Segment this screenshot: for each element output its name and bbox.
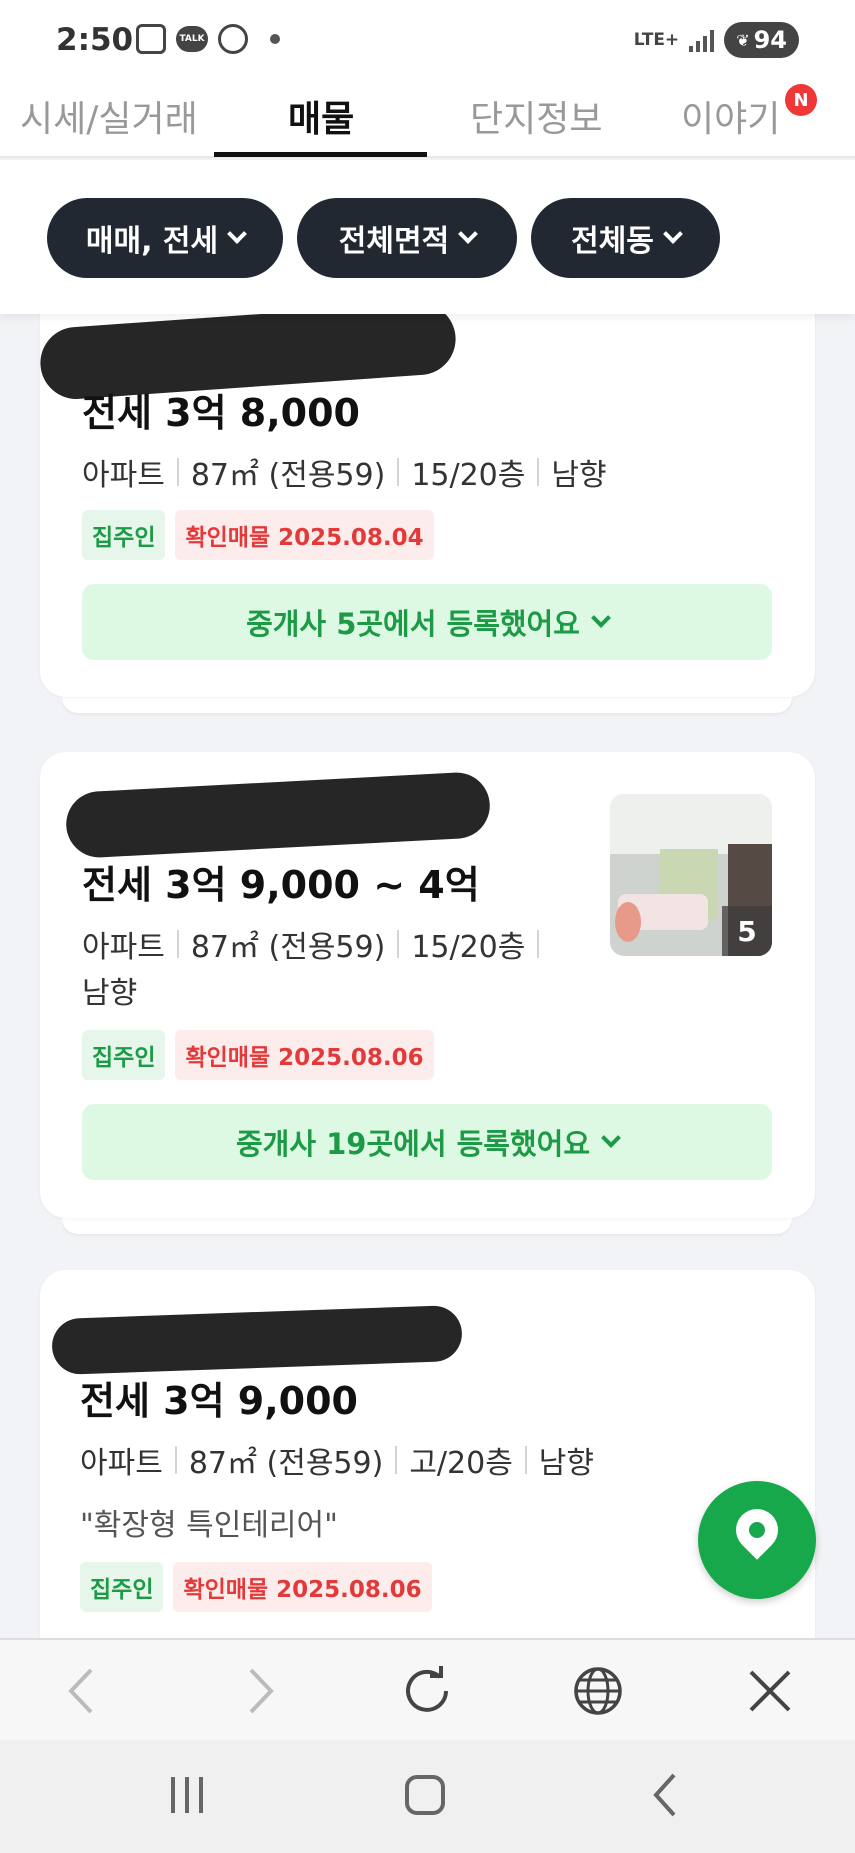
chevron-down-icon (458, 224, 479, 244)
tab-story[interactable]: 이야기 (681, 90, 780, 142)
listing-tags: 집주인 확인매물 2025.08.06 (80, 1562, 432, 1612)
filter-building-label: 전체동 (571, 224, 654, 259)
confirmed-tag: 확인매물 2025.08.04 (175, 510, 434, 560)
listing-photo[interactable]: 5 (610, 794, 772, 956)
listing-description: "확장형 특인테리어" (80, 1508, 338, 1543)
confirmed-tag: 확인매물 2025.08.06 (175, 1030, 434, 1080)
network-label: LTE+ (633, 30, 680, 50)
filter-area-label: 전체면적 (338, 224, 450, 259)
owner-tag: 집주인 (82, 510, 166, 560)
tab-story-label: 이야기 (681, 99, 781, 140)
listing-price: 전세 3억 9,000 (80, 1379, 358, 1423)
back-arrow-icon[interactable] (48, 1656, 118, 1726)
battery-indicator: ❦ 94 (724, 22, 799, 58)
listing-meta: 아파트 87㎡ (전용59) 고/20층 남향 (80, 1438, 594, 1482)
filter-trade-type[interactable]: 매매, 전세 (47, 198, 283, 278)
listing-price: 전세 3억 8,000 (82, 391, 360, 435)
listing-floor: 고/20층 (409, 1446, 513, 1481)
listing-direction: 남향 (551, 458, 607, 493)
system-status: LTE+ ❦ 94 (634, 22, 799, 58)
map-pin-icon (727, 1500, 787, 1560)
home-icon[interactable] (390, 1760, 460, 1830)
status-bar: 2:50 TALK LTE+ ❦ 94 (0, 0, 855, 80)
chevron-down-icon (591, 608, 611, 628)
close-icon[interactable] (735, 1656, 805, 1726)
photo-count: 5 (722, 906, 772, 956)
listing-area: 87㎡ (전용59) (190, 930, 386, 965)
tab-complex-info[interactable]: 단지정보 (470, 90, 602, 142)
listing-card[interactable]: 전세 3억 9,000 ~ 4억 아파트 87㎡ (전용59) 15/20층 남… (40, 752, 815, 1218)
forward-arrow-icon[interactable] (224, 1656, 294, 1726)
stacked-card-edge (62, 697, 792, 713)
notification-icons: TALK (136, 24, 280, 54)
app-notification-icon (218, 24, 248, 54)
chevron-down-icon (601, 1128, 621, 1148)
listing-area: 87㎡ (전용59) (190, 458, 386, 493)
clock: 2:50 (56, 22, 134, 58)
kakaotalk-icon: TALK (176, 26, 208, 52)
listing-price: 전세 3억 9,000 ~ 4억 (82, 863, 480, 907)
refresh-icon[interactable] (392, 1656, 462, 1726)
listing-type: 아파트 (80, 1446, 163, 1481)
active-tab-indicator (214, 152, 427, 157)
listing-tags: 집주인 확인매물 2025.08.06 (82, 1030, 434, 1080)
filter-area[interactable]: 전체면적 (297, 198, 517, 278)
system-nav-bar (0, 1740, 855, 1853)
map-button[interactable] (698, 1481, 816, 1599)
battery-level: 94 (753, 26, 787, 54)
browser-toolbar (0, 1638, 855, 1740)
broker-expand-button[interactable]: 중개사 19곳에서 등록했어요 (82, 1104, 772, 1180)
back-icon[interactable] (630, 1760, 700, 1830)
tab-price-history[interactable]: 시세/실거래 (20, 90, 198, 142)
new-badge: N (785, 84, 817, 116)
filter-building[interactable]: 전체동 (531, 198, 720, 278)
tab-listings[interactable]: 매물 (288, 90, 354, 142)
broker-label: 중개사 5곳에서 등록했어요 (246, 607, 580, 641)
filter-bar: 매매, 전세 전체면적 전체동 (0, 160, 855, 314)
listing-floor: 15/20층 (411, 930, 526, 965)
tab-bar: 시세/실거래 매물 단지정보 이야기 N (0, 80, 855, 158)
listing-meta: 아파트 87㎡ (전용59) 15/20층 (82, 922, 551, 966)
listing-type: 아파트 (82, 930, 165, 965)
listing-card[interactable]: 전세 3억 9,000 아파트 87㎡ (전용59) 고/20층 남향 "확장형… (40, 1270, 815, 1670)
chevron-down-icon (227, 224, 248, 244)
broker-label: 중개사 19곳에서 등록했어요 (235, 1127, 591, 1161)
listing-meta-line2: 남향 (82, 968, 137, 1012)
listing-meta: 아파트 87㎡ (전용59) 15/20층 남향 (82, 450, 607, 494)
owner-tag: 집주인 (82, 1030, 166, 1080)
listing-area: 87㎡ (전용59) (188, 1446, 384, 1481)
owner-tag: 집주인 (80, 1562, 164, 1612)
redaction-mark (64, 770, 492, 860)
confirmed-tag: 확인매물 2025.08.06 (173, 1562, 432, 1612)
redaction-mark (51, 1304, 463, 1376)
listing-type: 아파트 (82, 458, 165, 493)
recents-icon[interactable] (152, 1760, 222, 1830)
broker-expand-button[interactable]: 중개사 5곳에서 등록했어요 (82, 584, 772, 660)
globe-icon[interactable] (563, 1656, 633, 1726)
screenshot-icon (136, 24, 166, 54)
listing-direction: 남향 (82, 976, 138, 1011)
filter-trade-type-label: 매매, 전세 (85, 224, 219, 259)
signal-icon (689, 28, 715, 52)
chevron-down-icon (663, 224, 683, 244)
listing-tags: 집주인 확인매물 2025.08.04 (82, 510, 434, 560)
listing-direction: 남향 (538, 1446, 594, 1481)
listing-floor: 15/20층 (411, 458, 526, 493)
more-notifications-icon (270, 34, 280, 44)
battery-leaf-icon: ❦ (736, 30, 750, 50)
stacked-card-edge (62, 1218, 792, 1234)
